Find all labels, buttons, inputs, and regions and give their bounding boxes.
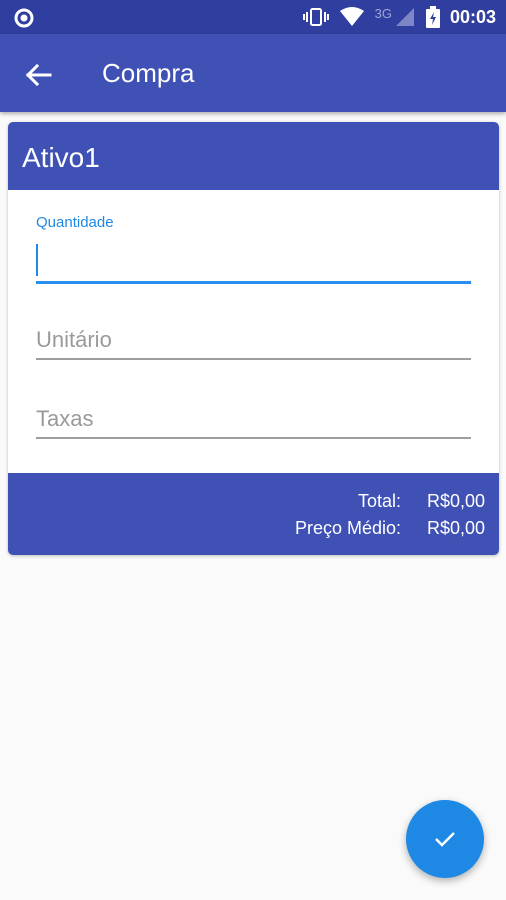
network-type-label: 3G — [374, 5, 392, 21]
notification-circle-icon — [14, 8, 34, 28]
total-label: Total: — [357, 491, 401, 511]
battery-charging-icon — [425, 6, 440, 28]
wifi-icon — [339, 7, 364, 26]
check-icon — [435, 832, 455, 847]
app-bar: Compra — [0, 34, 506, 112]
total-row: Total: R$0,00 — [241, 491, 485, 512]
cell-signal-icon — [395, 8, 414, 26]
total-value: R$0,00 — [426, 491, 485, 511]
asset-name: Ativo1 — [22, 142, 100, 173]
taxas-underline — [36, 437, 471, 439]
unitario-underline — [36, 358, 471, 360]
card-header: Ativo1 — [8, 122, 499, 190]
quantidade-field[interactable]: Quantidade — [36, 214, 471, 284]
taxas-input[interactable] — [36, 401, 471, 437]
summary-footer: Total: R$0,00 Preço Médio: R$0,00 — [8, 473, 499, 555]
status-bar: 3G 00:03 — [0, 0, 506, 34]
quantidade-underline — [36, 281, 471, 284]
status-clock: 00:03 — [449, 6, 496, 27]
arrow-left-icon[interactable] — [22, 59, 54, 91]
taxas-field[interactable] — [36, 401, 471, 441]
unitario-input[interactable] — [36, 322, 471, 358]
average-price-label: Preço Médio: — [294, 518, 401, 538]
quantidade-label: Quantidade — [36, 214, 114, 231]
page-title: Compra — [102, 58, 195, 88]
quantidade-input[interactable] — [36, 242, 471, 278]
vibrate-icon — [302, 8, 329, 26]
purchase-card: Ativo1 Quantidade Total: R$0,00 Preço Mé… — [8, 122, 499, 555]
confirm-button[interactable] — [406, 800, 484, 878]
unitario-field[interactable] — [36, 322, 471, 362]
average-price-value: R$0,00 — [426, 518, 485, 538]
average-price-row: Preço Médio: R$0,00 — [241, 518, 485, 539]
